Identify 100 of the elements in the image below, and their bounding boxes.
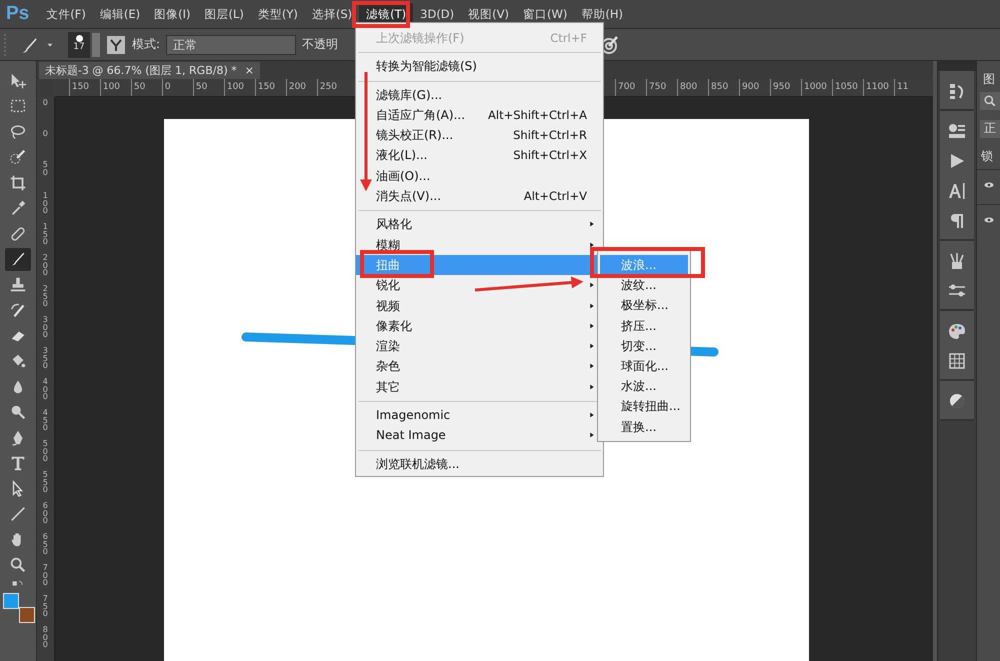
highlight-frame xyxy=(352,1,410,28)
ruler-number: 750 xyxy=(646,79,677,96)
ruler-number: 50 xyxy=(130,79,162,96)
ruler-number: 11 xyxy=(894,79,925,96)
grid-icon[interactable] xyxy=(947,351,967,371)
ruler-number: 400 xyxy=(42,378,49,404)
submenu-arrow-icon xyxy=(589,322,595,330)
submenu-arrow-icon xyxy=(589,431,595,440)
ruler-number: 150 xyxy=(42,223,49,248)
ruler-number: 850 xyxy=(708,79,739,96)
menu-item[interactable]: 极坐标... xyxy=(600,295,688,316)
eye-icon[interactable] xyxy=(983,180,995,190)
menu-item[interactable]: 转换为智能滤镜(S) xyxy=(356,56,603,77)
eye-icon[interactable] xyxy=(983,215,995,225)
menu-item[interactable]: 油画(O)... xyxy=(356,166,603,186)
ruler-number: 50 xyxy=(192,79,224,96)
menu-item[interactable]: 浏览联机滤镜... xyxy=(356,454,603,474)
menu-item[interactable]: 切变... xyxy=(600,336,688,356)
ruler-number: 0 xyxy=(162,79,193,96)
ruler-number: 550 xyxy=(42,471,49,496)
shortcut-text: Shift+Ctrl+R xyxy=(513,127,587,144)
ruler-number: 700 xyxy=(42,564,49,590)
ruler-number: 650 xyxy=(42,533,49,558)
mode-dropdown[interactable]: 正常 xyxy=(166,34,296,54)
mode-label: 模式: xyxy=(132,36,160,53)
panel-tab[interactable]: 图 xyxy=(977,71,1000,88)
ruler-number: 950 xyxy=(770,79,801,96)
ruler-number: 450 xyxy=(42,409,49,434)
shortcut-text: Alt+Shift+Ctrl+A xyxy=(488,106,587,124)
ruler-number: 250 xyxy=(42,285,49,310)
shortcut-text: Ctrl+F xyxy=(550,30,587,47)
properties-icon[interactable] xyxy=(947,121,967,141)
palette-icon[interactable] xyxy=(947,321,967,341)
ruler-number: 1050 xyxy=(832,79,863,96)
menu-item[interactable]: 液化(L)... Shift+Ctrl+X xyxy=(356,145,603,166)
menu-item[interactable]: 选择(S) xyxy=(304,2,360,26)
ruler-number: 800 xyxy=(677,79,708,96)
submenu-arrow-icon xyxy=(589,342,595,350)
foreground-color-swatch[interactable] xyxy=(2,593,19,609)
ruler-number: 150 xyxy=(68,79,100,96)
menu-item[interactable]: 编辑(E) xyxy=(92,2,148,26)
menu-item[interactable]: 波纹... xyxy=(600,275,688,296)
close-button[interactable]: × xyxy=(244,64,254,77)
search-field[interactable] xyxy=(980,92,1000,110)
ruler-number: 800 xyxy=(42,626,49,652)
tab-title: 未标题-3 @ 66.7% (图层 1, RGB/8) * xyxy=(44,63,237,78)
menu-item[interactable]: 图像(I) xyxy=(147,2,198,26)
menu-item[interactable]: 镜头校正(R)... Shift+Ctrl+R xyxy=(356,125,603,146)
ruler-number: 100 xyxy=(224,79,255,96)
brush-size: 17 xyxy=(73,42,85,52)
shortcut-text: Shift+Ctrl+X xyxy=(513,147,587,164)
ruler-number: 350 xyxy=(42,347,49,372)
brush-preset-button[interactable]: 17 xyxy=(68,32,90,58)
document-tab[interactable]: 未标题-3 @ 66.7% (图层 1, RGB/8) * × xyxy=(38,62,260,79)
app-logo: Ps xyxy=(5,3,30,25)
lock-label: 锁 xyxy=(980,148,994,165)
blend-mode-dropdown[interactable]: 正 xyxy=(980,120,1000,138)
shortcut-text: Alt+Ctrl+V xyxy=(524,188,587,206)
character-icon[interactable] xyxy=(947,181,967,201)
ruler-number: 100 xyxy=(100,79,131,96)
menu-item[interactable]: 滤镜库(G)... xyxy=(356,84,603,105)
brush-panel-icon[interactable] xyxy=(106,34,126,54)
menu-item[interactable]: 球面化... xyxy=(600,356,688,376)
search-icon xyxy=(984,95,996,107)
menu-item[interactable]: 窗口(W) xyxy=(516,2,574,26)
ruler-number: 300 xyxy=(42,316,49,342)
ruler-number: 200 xyxy=(286,79,317,96)
menu-item[interactable]: 置换... xyxy=(600,416,688,437)
menu-item[interactable]: 自适应广角(A)... Alt+Shift+Ctrl+A xyxy=(356,104,603,126)
menu-item[interactable]: 水波... xyxy=(600,376,688,396)
ruler-number: 0 xyxy=(42,130,49,140)
ruler-number: 150 xyxy=(254,79,286,96)
ruler-number: 750 xyxy=(42,595,49,620)
submenu-arrow-icon xyxy=(589,302,595,310)
ruler-number: 500 xyxy=(42,440,49,466)
menu-item[interactable]: 图层(L) xyxy=(197,2,251,26)
ruler-number: 600 xyxy=(42,502,49,528)
menu-item[interactable]: 挤压... xyxy=(600,316,688,336)
menu-item[interactable]: 视图(V) xyxy=(461,2,516,26)
ruler-number: 100 xyxy=(42,192,49,218)
menu-item[interactable]: 类型(Y) xyxy=(250,2,305,26)
menu-item[interactable]: 文件(F) xyxy=(39,2,93,26)
menu-item[interactable]: 风格化 xyxy=(356,214,603,235)
ruler-number: 1000 xyxy=(801,79,832,96)
ruler-number: 1100 xyxy=(863,79,894,96)
menu-item[interactable]: 帮助(H) xyxy=(574,2,630,26)
brush-tool-icon[interactable] xyxy=(4,248,31,271)
submenu-arrow-icon xyxy=(589,220,595,228)
adjustment-icon[interactable] xyxy=(947,391,967,411)
menu-item[interactable]: 模糊 xyxy=(356,234,603,255)
ruler-number: 700 xyxy=(615,79,646,96)
background-color-swatch[interactable] xyxy=(18,607,35,623)
opacity-label: 不透明 xyxy=(302,36,338,53)
submenu-arrow-icon xyxy=(589,382,595,391)
menu-item[interactable]: 消失点(V)... Alt+Ctrl+V xyxy=(356,186,603,206)
menu-item[interactable]: 3D(D) xyxy=(413,3,462,25)
submenu-arrow-icon xyxy=(589,281,595,290)
menu-item[interactable]: 旋转扭曲... xyxy=(600,396,688,416)
brush-tip-icon xyxy=(76,34,82,42)
ruler-number: 0 xyxy=(42,99,49,109)
